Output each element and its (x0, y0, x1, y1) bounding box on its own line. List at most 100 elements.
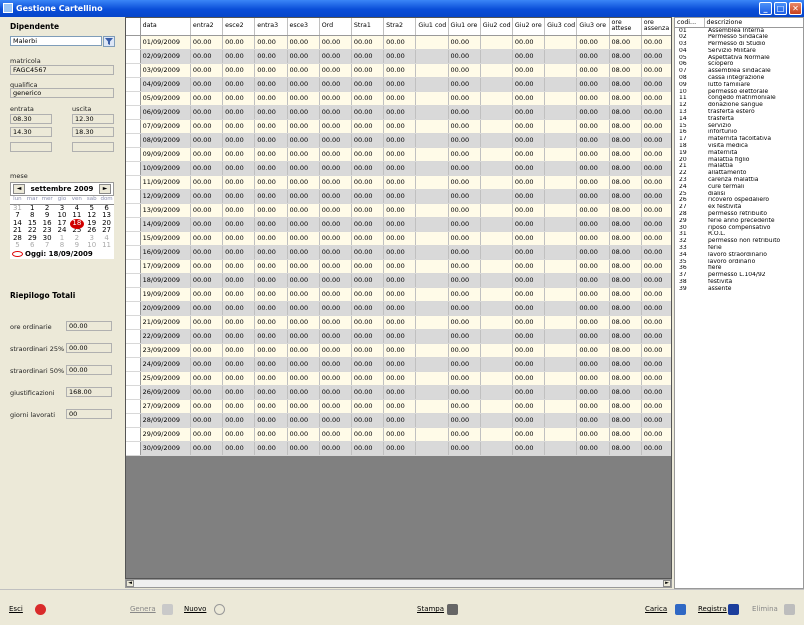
next-month-button[interactable]: ► (99, 184, 111, 194)
grid-cell[interactable]: 00.00 (222, 371, 256, 386)
column-header[interactable]: Giu2 cod (480, 18, 513, 36)
grid-cell[interactable]: 00.00 (448, 413, 481, 428)
grid-cell[interactable]: 00.00 (641, 35, 671, 50)
grid-cell[interactable]: 00.00 (576, 245, 610, 260)
grid-cell[interactable] (544, 203, 578, 218)
table-row[interactable]: 30/09/2009 00.00 00.00 00.00 00.00 00.00 00.00… (126, 441, 671, 456)
date-cell[interactable]: 21/09/2009 (140, 315, 191, 330)
grid-cell[interactable] (415, 287, 449, 302)
grid-cell[interactable] (480, 427, 513, 442)
grid-cell[interactable]: 00.00 (190, 119, 224, 134)
grid-cell[interactable]: 00.00 (222, 413, 256, 428)
grid-cell[interactable]: 08.00 (609, 217, 642, 232)
grid-cell[interactable]: 00.00 (383, 49, 417, 64)
row-selector[interactable] (126, 441, 141, 456)
grid-cell[interactable]: 00.00 (576, 315, 610, 330)
row-selector[interactable] (126, 63, 141, 78)
grid-cell[interactable]: 00.00 (576, 189, 610, 204)
grid-cell[interactable]: 00.00 (448, 371, 481, 386)
code-row[interactable]: 33 ferie (675, 245, 803, 252)
grid-cell[interactable]: 00.00 (383, 63, 417, 78)
grid-cell[interactable]: 00.00 (448, 259, 481, 274)
grid-cell[interactable]: 00.00 (383, 77, 417, 92)
grid-cell[interactable] (544, 329, 578, 344)
grid-cell[interactable]: 00.00 (351, 203, 385, 218)
grid-cell[interactable]: 00.00 (641, 231, 671, 246)
table-row[interactable]: 05/09/2009 00.00 00.00 00.00 00.00 00.00 00.00… (126, 91, 671, 106)
grid-cell[interactable]: 00.00 (319, 399, 352, 414)
code-row[interactable]: 23 carenza malattia (675, 177, 803, 184)
date-cell[interactable]: 09/09/2009 (140, 147, 191, 162)
table-row[interactable]: 14/09/2009 00.00 00.00 00.00 00.00 00.00 00.00… (126, 217, 671, 232)
grid-cell[interactable]: 08.00 (609, 413, 642, 428)
date-cell[interactable]: 20/09/2009 (140, 301, 191, 316)
grid-cell[interactable]: 00.00 (319, 133, 352, 148)
grid-cell[interactable] (544, 273, 578, 288)
grid-cell[interactable] (544, 287, 578, 302)
grid-cell[interactable]: 00.00 (222, 147, 256, 162)
grid-cell[interactable] (544, 161, 578, 176)
grid-cell[interactable] (544, 175, 578, 190)
grid-cell[interactable]: 00.00 (351, 133, 385, 148)
registra-button[interactable]: Registra (693, 601, 743, 618)
grid-cell[interactable]: 08.00 (609, 133, 642, 148)
grid-cell[interactable] (415, 217, 449, 232)
grid-cell[interactable]: 00.00 (641, 105, 671, 120)
row-selector[interactable] (126, 91, 141, 106)
grid-cell[interactable]: 00.00 (190, 161, 224, 176)
grid-cell[interactable]: 00.00 (448, 63, 481, 78)
grid-cell[interactable] (415, 315, 449, 330)
grid-cell[interactable]: 00.00 (319, 259, 352, 274)
grid-cell[interactable]: 00.00 (383, 301, 417, 316)
grid-cell[interactable]: 00.00 (254, 35, 288, 50)
grid-cell[interactable]: 00.00 (319, 231, 352, 246)
column-header[interactable]: Ord (319, 18, 352, 36)
date-cell[interactable]: 17/09/2009 (140, 259, 191, 274)
minimize-button[interactable]: _ (759, 2, 772, 15)
grid-cell[interactable] (415, 357, 449, 372)
grid-cell[interactable]: 00.00 (576, 371, 610, 386)
grid-cell[interactable]: 00.00 (448, 399, 481, 414)
grid-cell[interactable]: 08.00 (609, 273, 642, 288)
row-selector[interactable] (126, 287, 141, 302)
grid-cell[interactable]: 00.00 (254, 203, 288, 218)
row-selector[interactable] (126, 371, 141, 386)
row-selector[interactable] (126, 427, 141, 442)
grid-cell[interactable]: 00.00 (254, 371, 288, 386)
grid-cell[interactable] (480, 329, 513, 344)
grid-cell[interactable]: 00.00 (254, 259, 288, 274)
grid-cell[interactable]: 00.00 (641, 315, 671, 330)
grid-cell[interactable]: 00.00 (512, 77, 546, 92)
carica-button[interactable]: Carica (640, 601, 690, 618)
row-selector[interactable] (126, 357, 141, 372)
row-selector[interactable] (126, 49, 141, 64)
date-cell[interactable]: 01/09/2009 (140, 35, 191, 50)
grid-cell[interactable]: 08.00 (609, 49, 642, 64)
grid-cell[interactable]: 00.00 (448, 175, 481, 190)
grid-cell[interactable]: 00.00 (222, 315, 256, 330)
grid-cell[interactable]: 08.00 (609, 91, 642, 106)
grid-cell[interactable]: 00.00 (641, 273, 671, 288)
row-selector[interactable] (126, 259, 141, 274)
grid-cell[interactable] (415, 301, 449, 316)
grid-cell[interactable] (480, 119, 513, 134)
grid-cell[interactable] (480, 147, 513, 162)
table-row[interactable]: 21/09/2009 00.00 00.00 00.00 00.00 00.00 00.00… (126, 315, 671, 330)
grid-cell[interactable]: 00.00 (190, 259, 224, 274)
grid-cell[interactable]: 00.00 (287, 91, 320, 106)
grid-cell[interactable]: 08.00 (609, 287, 642, 302)
grid-cell[interactable] (415, 399, 449, 414)
calendar-day[interactable]: 7 (40, 241, 55, 250)
grid-cell[interactable]: 00.00 (641, 371, 671, 386)
grid-cell[interactable]: 00.00 (383, 329, 417, 344)
grid-cell[interactable]: 00.00 (287, 413, 320, 428)
grid-cell[interactable]: 00.00 (351, 35, 385, 50)
code-row[interactable]: 04 Servizio Militare (675, 48, 803, 55)
row-selector[interactable] (126, 217, 141, 232)
table-row[interactable]: 19/09/2009 00.00 00.00 00.00 00.00 00.00 00.00… (126, 287, 671, 302)
grid-cell[interactable]: 00.00 (512, 427, 546, 442)
grid-cell[interactable]: 00.00 (383, 413, 417, 428)
grid-cell[interactable] (544, 49, 578, 64)
grid-cell[interactable]: 00.00 (576, 63, 610, 78)
grid-cell[interactable]: 00.00 (641, 413, 671, 428)
